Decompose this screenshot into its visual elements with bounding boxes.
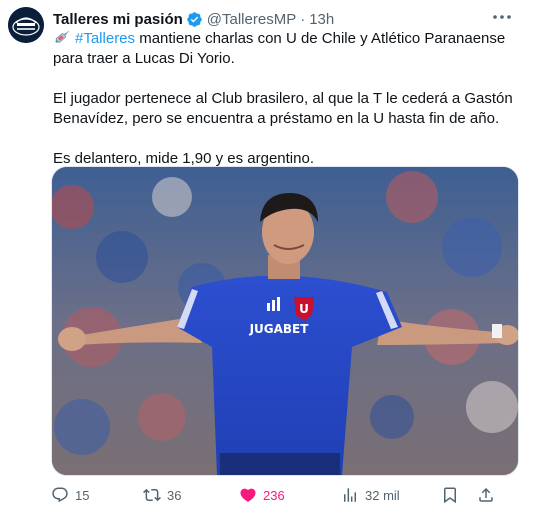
repost-count: 36 <box>167 487 182 503</box>
repost-icon <box>143 488 161 502</box>
separator-dot: · <box>300 10 306 28</box>
heart-icon <box>240 488 256 502</box>
reply-button[interactable]: 15 <box>51 486 143 504</box>
avatar[interactable] <box>8 7 44 43</box>
display-name[interactable]: Talleres mi pasión <box>53 11 183 28</box>
tweet-text: #Talleres mantiene charlas con U de Chil… <box>53 29 523 169</box>
timestamp[interactable]: 13h <box>309 11 334 28</box>
views-count: 32 mil <box>365 487 400 503</box>
reply-icon <box>52 487 68 503</box>
hashtag-link[interactable]: #Talleres <box>75 30 135 47</box>
views-button[interactable]: 32 mil <box>341 486 441 504</box>
reply-count: 15 <box>75 487 90 503</box>
paragraph-1: #Talleres mantiene charlas con U de Chil… <box>53 29 523 69</box>
views-icon <box>344 488 356 502</box>
shirt-sponsor: JUGABET <box>249 322 310 336</box>
verified-icon <box>187 11 202 27</box>
share-button[interactable] <box>477 486 501 504</box>
like-count: 236 <box>263 487 285 503</box>
svg-text:U: U <box>299 302 309 316</box>
post-image[interactable]: U JUGABET <box>51 166 519 476</box>
paragraph-2: El jugador pertenece al Club brasilero, … <box>53 90 513 127</box>
bookmark-icon <box>444 487 456 504</box>
tweet-header: Talleres mi pasión @TalleresMP · 13h <box>53 9 526 29</box>
action-bar: 15 36 236 32 mil <box>51 485 531 505</box>
handle[interactable]: @TalleresMP <box>207 11 296 28</box>
like-button[interactable]: 236 <box>239 486 341 504</box>
bookmark-button[interactable] <box>441 486 477 504</box>
tweet[interactable]: Talleres mi pasión @TalleresMP · 13h #Ta… <box>0 0 536 509</box>
share-icon <box>479 487 493 502</box>
syringe-icon <box>55 30 70 44</box>
more-icon[interactable] <box>490 9 514 25</box>
repost-button[interactable]: 36 <box>143 486 239 504</box>
